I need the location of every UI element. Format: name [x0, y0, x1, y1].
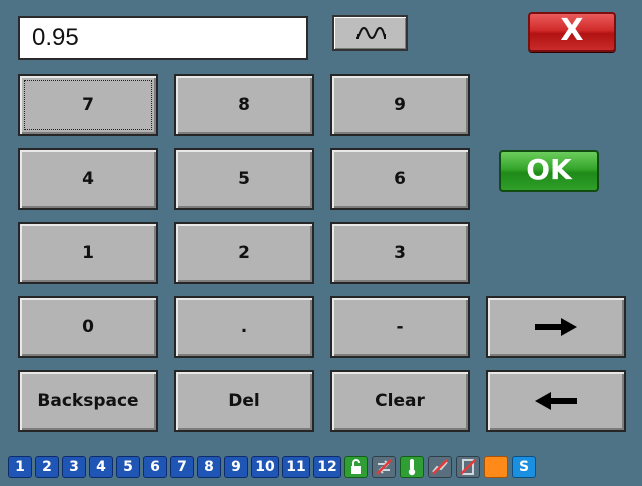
taskbar-item-11[interactable]: 11 — [282, 456, 310, 478]
taskbar-item-6[interactable]: 6 — [143, 456, 167, 478]
left-arrow-button[interactable] — [486, 370, 626, 432]
right-arrow-button[interactable] — [486, 296, 626, 358]
backspace-button[interactable]: Backspace — [18, 370, 158, 432]
key-3[interactable]: 3 — [330, 222, 470, 284]
swap-crossed-icon — [376, 459, 392, 475]
lock-icon — [351, 459, 361, 474]
key-8[interactable]: 8 — [174, 74, 314, 136]
key-5[interactable]: 5 — [174, 148, 314, 210]
key-0[interactable]: 0 — [18, 296, 158, 358]
left-arrow-icon — [535, 392, 577, 410]
swap-status-button[interactable] — [372, 456, 396, 478]
lock-status-button[interactable] — [344, 456, 368, 478]
chart-crossed-icon — [432, 459, 448, 475]
document-crossed-icon — [460, 459, 476, 475]
right-arrow-icon — [535, 318, 577, 336]
close-button[interactable]: X — [528, 12, 616, 52]
chart-status-button[interactable] — [428, 456, 452, 478]
thermometer-icon — [408, 459, 416, 476]
taskbar-item-7[interactable]: 7 — [170, 456, 194, 478]
s-icon: S — [518, 459, 530, 475]
taskbar-item-8[interactable]: 8 — [197, 456, 221, 478]
key-minus[interactable]: - — [330, 296, 470, 358]
taskbar-item-3[interactable]: 3 — [62, 456, 86, 478]
taskbar-item-5[interactable]: 5 — [116, 456, 140, 478]
key-2[interactable]: 2 — [174, 222, 314, 284]
value-display-field[interactable]: 0.95 — [18, 16, 308, 60]
taskbar-item-1[interactable]: 1 — [8, 456, 32, 478]
clear-button[interactable]: Clear — [330, 370, 470, 432]
signal-wave-icon — [355, 26, 387, 40]
signal-button[interactable] — [332, 15, 408, 51]
taskbar-item-9[interactable]: 9 — [224, 456, 248, 478]
orange-status-button[interactable] — [484, 456, 508, 478]
taskbar-item-4[interactable]: 4 — [89, 456, 113, 478]
s-status-button[interactable]: S — [512, 456, 536, 478]
key-9[interactable]: 9 — [330, 74, 470, 136]
key-decimal-point[interactable]: . — [174, 296, 314, 358]
key-6[interactable]: 6 — [330, 148, 470, 210]
key-1[interactable]: 1 — [18, 222, 158, 284]
taskbar-item-2[interactable]: 2 — [35, 456, 59, 478]
delete-button[interactable]: Del — [174, 370, 314, 432]
document-status-button[interactable] — [456, 456, 480, 478]
taskbar-item-12[interactable]: 12 — [313, 456, 341, 478]
ok-button[interactable]: OK — [499, 150, 599, 192]
temperature-status-button[interactable] — [400, 456, 424, 478]
taskbar-item-10[interactable]: 10 — [251, 456, 279, 478]
key-7[interactable]: 7 — [18, 74, 158, 136]
key-4[interactable]: 4 — [18, 148, 158, 210]
